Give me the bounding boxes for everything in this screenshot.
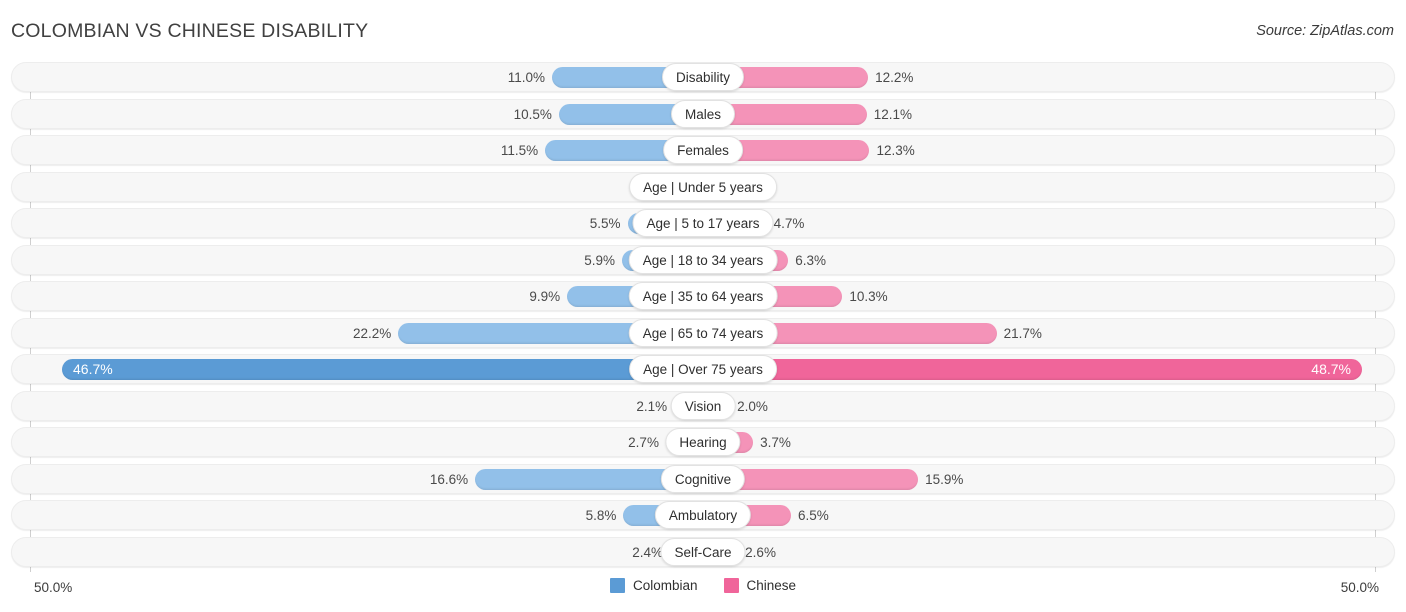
category-label: Self-Care (660, 537, 746, 566)
value-label-chinese: 10.3% (849, 289, 888, 304)
table-row: 1.2%1.1%Age | Under 5 years (0, 171, 1406, 202)
legend-label: Colombian (632, 578, 698, 593)
category-label: Females (663, 136, 743, 164)
value-label-chinese: 12.1% (873, 106, 913, 122)
value-label-colombian: 11.5% (500, 143, 539, 158)
chart-footer: 50.0% 50.0% Colombian Chinese (0, 572, 1406, 612)
value-label-colombian: 16.6% (429, 471, 469, 487)
value-label-chinese: 3.7% (760, 435, 791, 450)
source-attribution: Source: ZipAtlas.com (1256, 23, 1394, 39)
category-label: Ambulatory (654, 501, 752, 529)
value-label-chinese: 48.7% (1311, 361, 1351, 377)
category-label: Age | Under 5 years (629, 172, 777, 201)
chart-header: COLOMBIAN VS CHINESE DISABILITY Source: … (0, 0, 1406, 62)
value-label-colombian: 22.2% (353, 325, 392, 341)
category-label: Hearing (665, 428, 741, 456)
value-label-chinese: 21.7% (1003, 325, 1042, 341)
category-label: Males (670, 99, 736, 128)
chart-legend: Colombian Chinese (0, 578, 1406, 593)
value-label-chinese: 6.3% (795, 252, 827, 268)
value-label-colombian: 46.7% (73, 361, 113, 377)
bar-chinese (703, 359, 1362, 380)
value-label-chinese: 4.7% (773, 216, 805, 231)
category-label: Disability (661, 63, 745, 91)
value-label-colombian: 10.5% (513, 106, 552, 122)
legend-item[interactable]: Chinese (723, 578, 797, 593)
category-label: Age | 65 to 74 years (628, 318, 778, 347)
value-label-colombian: 5.5% (589, 216, 621, 231)
value-label-chinese: 15.9% (925, 471, 964, 487)
table-row: 10.5% 12.1% Males (0, 98, 1406, 129)
table-row: 9.9% 10.3% Age | 35 to 64 years (0, 281, 1406, 311)
table-row: 2.1% 2.0% Vision (0, 390, 1406, 421)
value-label-chinese: 2.0% (737, 398, 768, 414)
legend-item[interactable]: Colombian (609, 578, 698, 593)
table-row: 5.8% 6.5% Ambulatory (0, 500, 1406, 530)
chart-plot-area: 11.0% 12.2% Disability 10.5% 12.1% Males 11.5%… (0, 62, 1406, 572)
table-row: 46.7% 48.7% Age | Over 75 years (0, 354, 1406, 384)
category-label: Age | 35 to 64 years (628, 282, 778, 310)
table-row: 2.4% 2.6% Self-Care (0, 536, 1406, 567)
table-row: 5.5% 4.7% Age | 5 to 17 years (0, 208, 1406, 238)
legend-label: Chinese (746, 578, 797, 593)
bar-rows-container: 11.0% 12.2% Disability 10.5% 12.1% Males 11.5%… (0, 62, 1406, 573)
value-label-colombian: 11.0% (507, 70, 546, 85)
table-row: 22.2% 21.7% Age | 65 to 74 years (0, 317, 1406, 348)
table-row: 2.7% 3.7% Hearing (0, 427, 1406, 457)
category-label: Cognitive (660, 464, 746, 493)
table-row: 16.6% 15.9% Cognitive (0, 463, 1406, 494)
category-label: Age | Over 75 years (629, 355, 777, 383)
square-swatch-icon (723, 578, 739, 593)
table-row: 11.0% 12.2% Disability (0, 62, 1406, 92)
value-label-chinese: 2.6% (745, 544, 776, 560)
table-row: 11.5% 12.3% Females (0, 135, 1406, 165)
value-label-chinese: 12.3% (876, 143, 915, 158)
category-label: Vision (670, 391, 736, 420)
value-label-chinese: 6.5% (797, 508, 829, 523)
value-label-colombian: 5.9% (584, 252, 616, 268)
table-row: 5.9% 6.3% Age | 18 to 34 years (0, 244, 1406, 275)
page-title: COLOMBIAN VS CHINESE DISABILITY (11, 20, 369, 42)
value-label-colombian: 5.8% (585, 508, 617, 523)
value-label-colombian: 9.9% (529, 289, 561, 304)
value-label-colombian: 2.7% (628, 435, 659, 450)
value-label-colombian: 2.1% (636, 398, 668, 414)
bar-colombian (62, 359, 703, 380)
value-label-colombian: 2.4% (632, 544, 664, 560)
square-swatch-icon (609, 578, 625, 593)
category-label: Age | 18 to 34 years (628, 245, 778, 274)
category-label: Age | 5 to 17 years (632, 209, 774, 237)
value-label-chinese: 12.2% (875, 70, 914, 85)
